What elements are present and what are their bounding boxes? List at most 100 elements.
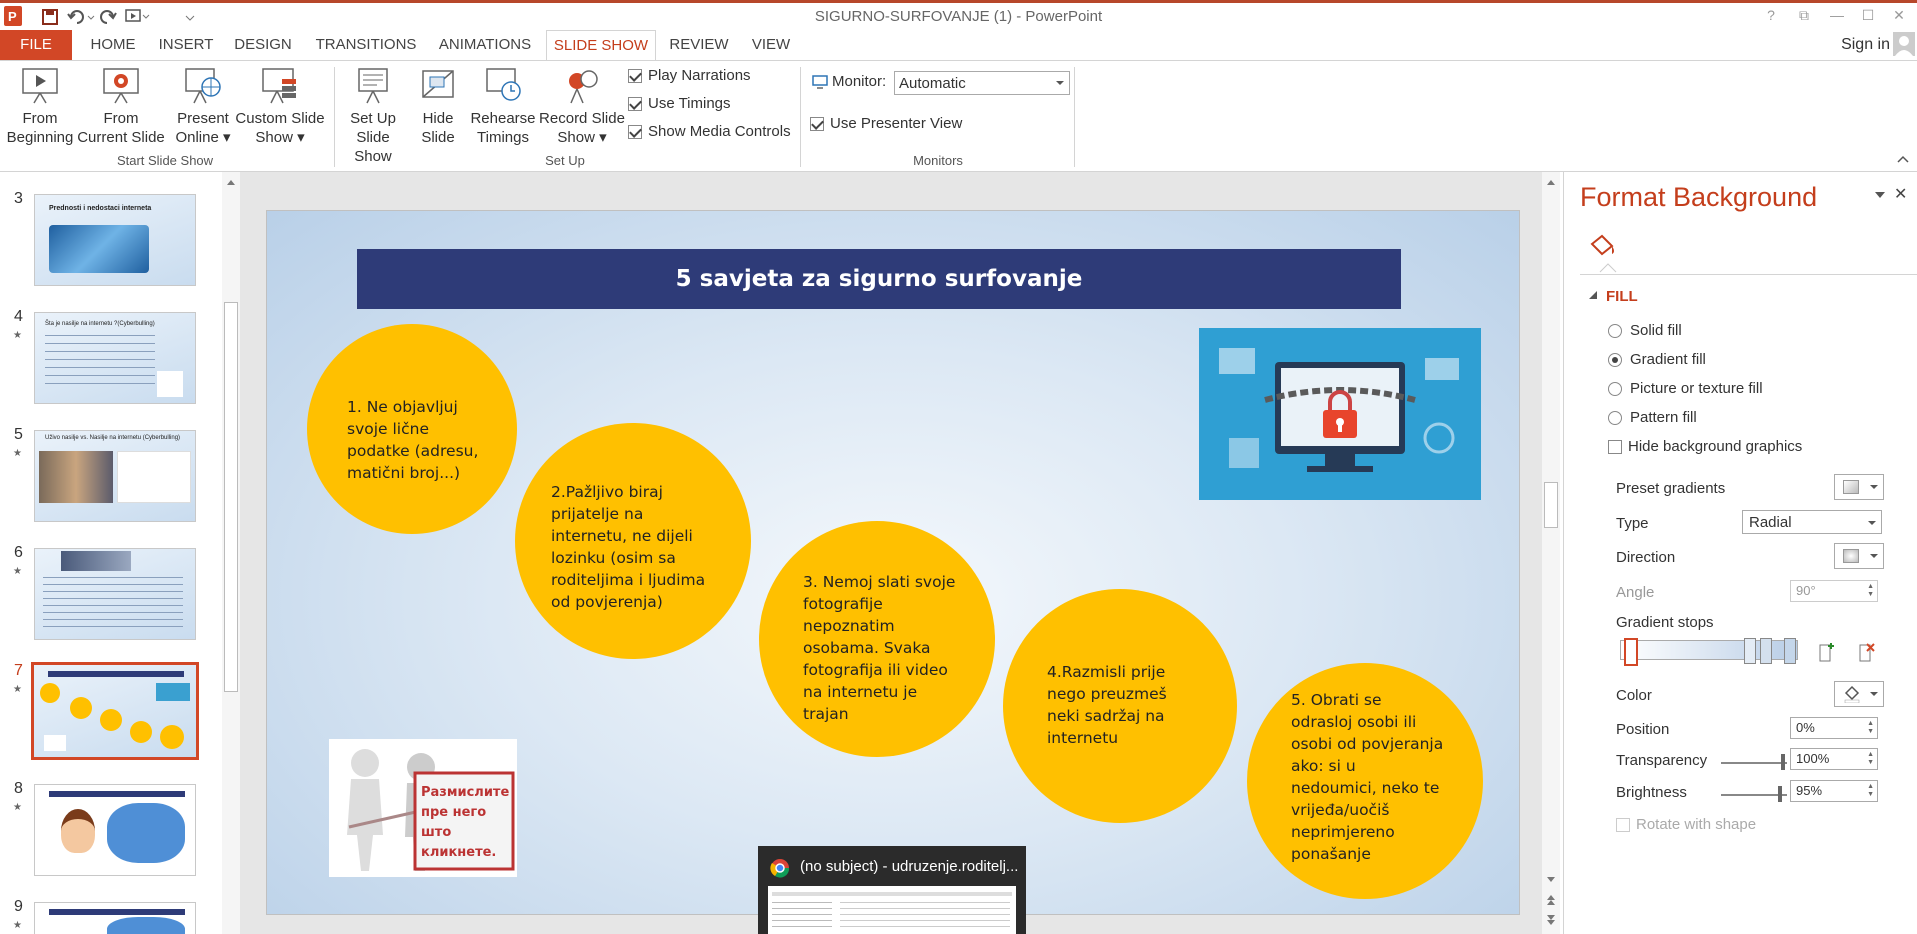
sign-line: кликнете. bbox=[421, 845, 497, 860]
pattern-fill-radio[interactable]: Pattern fill bbox=[1608, 409, 1697, 426]
slide-thumbnail-4[interactable]: Šta je nasilje na internetu ?(Cyberbulli… bbox=[34, 312, 196, 404]
hide-background-graphics-checkbox[interactable]: Hide background graphics bbox=[1608, 438, 1802, 455]
maximize-button[interactable]: ☐ bbox=[1857, 7, 1879, 25]
pane-options-icon[interactable] bbox=[1874, 190, 1886, 200]
minimize-button[interactable]: — bbox=[1826, 7, 1848, 25]
slide-thumbnail-6[interactable] bbox=[34, 548, 196, 640]
present-online-button[interactable]: Present Online ▾ bbox=[172, 65, 234, 147]
close-icon[interactable]: ✕ bbox=[1894, 184, 1907, 204]
slide-title[interactable]: 5 savjeta za sigurno surfovanje bbox=[357, 249, 1401, 309]
monitor-select[interactable]: Automatic bbox=[894, 71, 1070, 95]
think-before-click-image[interactable]: Размислите пре него што кликнете. bbox=[329, 739, 517, 877]
slide-canvas[interactable]: 5 savjeta za sigurno surfovanje 1. Ne ob… bbox=[266, 210, 1520, 915]
rehearse-label-2: Timings bbox=[477, 129, 529, 146]
previous-slide-icon[interactable] bbox=[1546, 894, 1556, 906]
tab-insert[interactable]: INSERT bbox=[156, 30, 216, 60]
preset-gradients-label: Preset gradients bbox=[1616, 480, 1726, 497]
play-narrations-checkbox[interactable]: Play Narrations bbox=[628, 67, 751, 84]
tab-slide-show[interactable]: SLIDE SHOW bbox=[546, 30, 656, 61]
sign-in-link[interactable]: Sign in bbox=[1841, 36, 1890, 54]
gradient-type-select[interactable]: Radial bbox=[1742, 510, 1882, 534]
brightness-slider-handle[interactable] bbox=[1778, 786, 1782, 802]
ribbon-display-options-button[interactable]: ⧉ bbox=[1793, 7, 1815, 25]
tip-line: od povjerenja) bbox=[551, 593, 663, 611]
slide-thumbnail-8[interactable] bbox=[34, 784, 196, 876]
tip-circle-5[interactable]: 5. Obrati se odrasloj osobi ili osobi od… bbox=[1247, 663, 1483, 899]
transparency-slider-handle[interactable] bbox=[1781, 754, 1785, 770]
transparency-slider[interactable] bbox=[1721, 762, 1787, 764]
thumb-number: 5 bbox=[14, 426, 23, 443]
next-slide-icon[interactable] bbox=[1546, 914, 1556, 926]
tab-home[interactable]: HOME bbox=[84, 30, 142, 60]
scroll-up-icon[interactable] bbox=[1546, 178, 1556, 186]
use-timings-checkbox[interactable]: Use Timings bbox=[628, 95, 731, 112]
preview-thumbnail bbox=[768, 886, 1016, 934]
collapse-fill-icon[interactable] bbox=[1588, 290, 1598, 300]
tab-design[interactable]: DESIGN bbox=[230, 30, 296, 60]
transparency-spinner[interactable]: 100% ▲ ▼ bbox=[1790, 748, 1878, 770]
scroll-up-icon[interactable] bbox=[226, 178, 236, 186]
scrollbar-thumb[interactable] bbox=[1544, 482, 1558, 528]
close-button[interactable]: ✕ bbox=[1888, 7, 1910, 25]
color-picker-button[interactable] bbox=[1834, 681, 1884, 707]
scroll-down-icon[interactable] bbox=[1546, 876, 1556, 884]
tip-circle-1[interactable]: 1. Ne objavljuj svoje lične podatke (adr… bbox=[307, 324, 517, 534]
add-gradient-stop-icon[interactable] bbox=[1814, 642, 1836, 664]
record-slide-show-button[interactable]: Record Slide Show ▾ bbox=[536, 65, 628, 147]
thumb-image bbox=[107, 917, 185, 934]
slide-thumbnail-3[interactable]: Prednosti i nedostaci interneta bbox=[34, 194, 196, 286]
show-media-controls-checkbox[interactable]: Show Media Controls bbox=[628, 123, 791, 140]
custom-slide-show-button[interactable]: Custom Slide Show ▾ bbox=[234, 65, 326, 147]
tab-review[interactable]: REVIEW bbox=[666, 30, 732, 60]
padlock-computer-image[interactable] bbox=[1199, 328, 1481, 500]
tip-line: 3. Nemoj slati svoje bbox=[803, 573, 956, 591]
help-button[interactable]: ? bbox=[1760, 7, 1782, 25]
thumbnail-scrollbar[interactable] bbox=[222, 172, 240, 934]
fill-tab[interactable] bbox=[1586, 232, 1630, 273]
fill-section-header[interactable]: FILL bbox=[1606, 288, 1638, 305]
brightness-spinner[interactable]: 95% ▲ ▼ bbox=[1790, 780, 1878, 802]
slide-thumbnail-7[interactable] bbox=[31, 662, 199, 760]
slide-thumbnail-5[interactable]: Uživo nasilje vs. Nasilje na internetu (… bbox=[34, 430, 196, 522]
direction-dropdown[interactable] bbox=[1834, 543, 1884, 569]
thumb-text-lines bbox=[45, 335, 155, 389]
taskbar-window-preview[interactable]: (no subject) - udruzenje.roditelj... bbox=[758, 846, 1026, 934]
spinner-arrows-icon[interactable]: ▲ ▼ bbox=[1867, 720, 1874, 736]
hide-slide-button[interactable]: Hide Slide bbox=[410, 65, 466, 147]
tab-file[interactable]: FILE bbox=[0, 30, 72, 60]
remove-gradient-stop-icon[interactable] bbox=[1854, 642, 1876, 664]
use-presenter-view-checkbox[interactable]: Use Presenter View bbox=[810, 115, 962, 132]
tip-line: lozinku (osim sa bbox=[551, 549, 676, 567]
tip-circle-3[interactable]: 3. Nemoj slati svoje fotografije nepozna… bbox=[759, 521, 995, 757]
gradient-stop[interactable] bbox=[1744, 638, 1756, 664]
position-spinner[interactable]: 0% ▲ ▼ bbox=[1790, 717, 1878, 739]
spinner-arrows-icon[interactable]: ▲ ▼ bbox=[1867, 751, 1874, 767]
gradient-stop[interactable] bbox=[1784, 638, 1796, 664]
spinner-arrows-icon[interactable]: ▲ ▼ bbox=[1867, 783, 1874, 799]
scrollbar-thumb[interactable] bbox=[224, 302, 238, 692]
gradient-stop[interactable] bbox=[1760, 638, 1772, 664]
tip-line: trajan bbox=[803, 705, 849, 723]
gradient-stop-selected[interactable] bbox=[1624, 638, 1638, 666]
collapse-ribbon-icon[interactable] bbox=[1896, 153, 1910, 165]
set-up-slide-show-button[interactable]: Set Up Slide Show bbox=[336, 65, 410, 166]
tab-transitions[interactable]: TRANSITIONS bbox=[310, 30, 422, 60]
thumb-number: 7 bbox=[14, 662, 23, 679]
tip-circle-4[interactable]: 4.Razmisli prije nego preuzmeš neki sadr… bbox=[1003, 589, 1237, 823]
ribbon-tabs: FILE HOME INSERT DESIGN TRANSITIONS ANIM… bbox=[0, 30, 1917, 61]
picture-texture-fill-radio[interactable]: Picture or texture fill bbox=[1608, 380, 1763, 397]
from-current-slide-button[interactable]: From Current Slide bbox=[76, 65, 166, 147]
gradient-direction-icon bbox=[1843, 549, 1859, 563]
tab-animations[interactable]: ANIMATIONS bbox=[434, 30, 536, 60]
tab-view[interactable]: VIEW bbox=[744, 30, 798, 60]
slide-thumbnail-9[interactable] bbox=[34, 902, 196, 934]
rehearse-timings-button[interactable]: Rehearse Timings bbox=[466, 65, 540, 147]
monitor-label: Monitor: bbox=[832, 73, 887, 90]
slide-scrollbar[interactable] bbox=[1542, 172, 1560, 934]
tip-circle-2[interactable]: 2.Pažljivo biraj prijatelje na internetu… bbox=[515, 423, 751, 659]
preset-gradients-dropdown[interactable] bbox=[1834, 474, 1884, 500]
solid-fill-radio[interactable]: Solid fill bbox=[1608, 322, 1682, 339]
from-beginning-button[interactable]: From Beginning bbox=[2, 65, 78, 147]
user-avatar-icon[interactable] bbox=[1893, 32, 1915, 56]
gradient-fill-radio[interactable]: Gradient fill bbox=[1608, 351, 1706, 368]
